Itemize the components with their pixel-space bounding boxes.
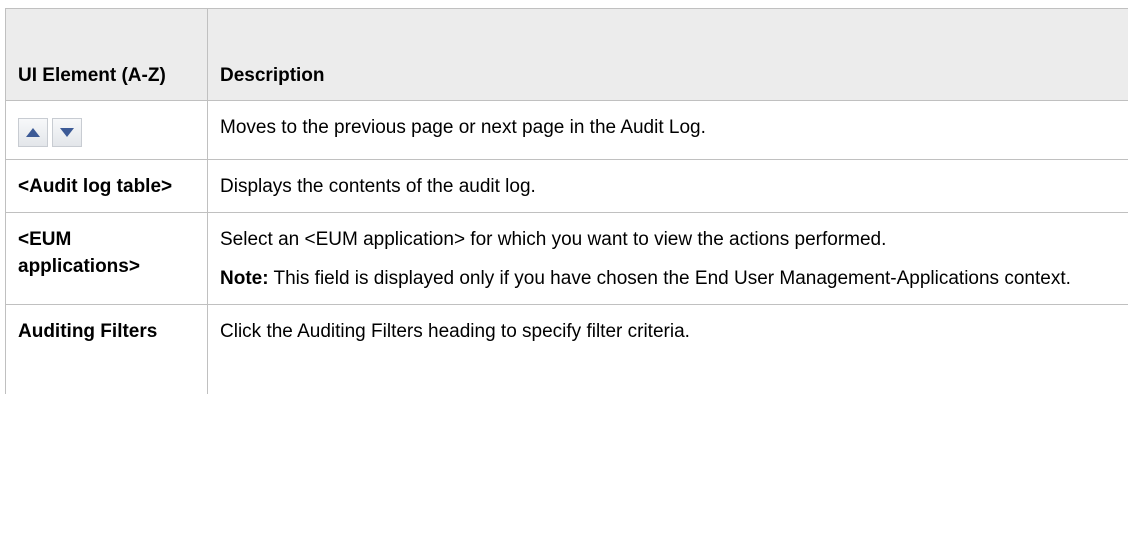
row-description: Moves to the previous page or next page … — [220, 117, 706, 138]
row-description-cell: Click the Auditing Filters heading to sp… — [207, 304, 1128, 394]
ui-elements-table: UI Element (A-Z) Description Moves to th… — [5, 8, 1128, 394]
header-description: Description — [207, 8, 1128, 101]
next-page-button[interactable] — [52, 118, 82, 147]
row-note: Note: This field is displayed only if yo… — [220, 265, 1118, 292]
row-description: Select an <EUM application> for which yo… — [220, 229, 887, 250]
table-row: Moves to the previous page or next page … — [5, 100, 1128, 160]
arrow-down-icon — [60, 128, 74, 137]
row-element-cell: <EUM applications> — [5, 212, 208, 305]
row-element-cell: <Audit log table> — [5, 159, 208, 213]
table-row: <Audit log table> Displays the contents … — [5, 159, 1128, 213]
table-row: Auditing Filters Click the Auditing Filt… — [5, 304, 1128, 394]
row-description: Displays the contents of the audit log. — [220, 176, 536, 197]
row-description: Click the Auditing Filters heading to sp… — [220, 321, 690, 342]
table-row: <EUM applications> Select an <EUM applic… — [5, 212, 1128, 305]
row-element-cell — [5, 100, 208, 160]
previous-page-button[interactable] — [18, 118, 48, 147]
header-ui-element: UI Element (A-Z) — [5, 8, 208, 101]
table-header-row: UI Element (A-Z) Description — [5, 8, 1128, 101]
row-element-cell: Auditing Filters — [5, 304, 208, 394]
note-text: This field is displayed only if you have… — [268, 268, 1071, 289]
note-label: Note: — [220, 268, 269, 289]
row-description-cell: Displays the contents of the audit log. — [207, 159, 1128, 213]
row-description-cell: Select an <EUM application> for which yo… — [207, 212, 1128, 305]
arrow-up-icon — [26, 128, 40, 137]
page-nav-buttons — [18, 118, 197, 147]
row-description-cell: Moves to the previous page or next page … — [207, 100, 1128, 160]
